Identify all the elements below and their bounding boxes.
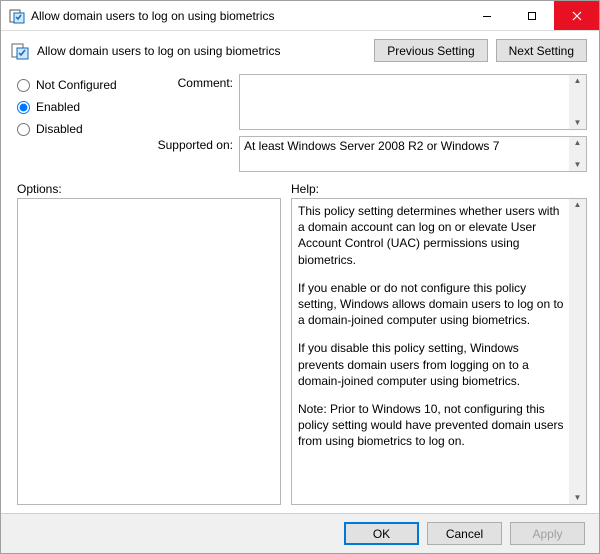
- help-p3: If you disable this policy setting, Wind…: [298, 340, 564, 389]
- header-row: Allow domain users to log on using biome…: [1, 31, 599, 70]
- help-scrollbar[interactable]: ▲ ▼: [569, 199, 586, 504]
- window-title: Allow domain users to log on using biome…: [31, 9, 464, 23]
- radio-not-configured-label: Not Configured: [36, 78, 117, 92]
- help-p4: Note: Prior to Windows 10, not configuri…: [298, 401, 564, 450]
- help-label: Help:: [291, 182, 319, 196]
- scroll-down-icon: ▼: [574, 159, 582, 171]
- radio-not-configured-input[interactable]: [17, 79, 30, 92]
- help-p2: If you enable or do not configure this p…: [298, 280, 564, 329]
- policy-editor-window: Allow domain users to log on using biome…: [0, 0, 600, 554]
- policy-title: Allow domain users to log on using biome…: [37, 44, 366, 58]
- help-text: This policy setting determines whether u…: [298, 203, 564, 500]
- panes-row: This policy setting determines whether u…: [1, 198, 599, 505]
- scroll-up-icon: ▲: [574, 75, 582, 87]
- radio-enabled[interactable]: Enabled: [17, 100, 145, 114]
- scroll-down-icon: ▼: [574, 492, 582, 504]
- maximize-button[interactable]: [509, 1, 554, 30]
- supported-on-box: At least Windows Server 2008 R2 or Windo…: [239, 136, 587, 172]
- minimize-button[interactable]: [464, 1, 509, 30]
- radio-disabled-label: Disabled: [36, 122, 83, 136]
- help-p1: This policy setting determines whether u…: [298, 203, 564, 268]
- supported-label: Supported on:: [145, 136, 233, 152]
- radio-enabled-input[interactable]: [17, 101, 30, 114]
- comment-scrollbar[interactable]: ▲ ▼: [569, 75, 586, 129]
- options-label: Options:: [17, 182, 291, 196]
- scroll-down-icon: ▼: [574, 117, 582, 129]
- radio-disabled-input[interactable]: [17, 123, 30, 136]
- titlebar: Allow domain users to log on using biome…: [1, 1, 599, 31]
- apply-button[interactable]: Apply: [510, 522, 585, 545]
- fields-column: Comment: ▲ ▼ Supported on: At least Wind…: [145, 74, 587, 172]
- pane-labels: Options: Help:: [1, 172, 599, 198]
- scroll-up-icon: ▲: [574, 199, 582, 211]
- config-area: Not Configured Enabled Disabled Comment:…: [1, 70, 599, 172]
- state-radio-group: Not Configured Enabled Disabled: [17, 74, 145, 172]
- ok-button[interactable]: OK: [344, 522, 419, 545]
- close-button[interactable]: [554, 1, 599, 30]
- policy-window-icon: [9, 8, 25, 24]
- radio-not-configured[interactable]: Not Configured: [17, 78, 145, 92]
- window-controls: [464, 1, 599, 30]
- radio-enabled-label: Enabled: [36, 100, 80, 114]
- options-pane: [17, 198, 281, 505]
- comment-textarea[interactable]: ▲ ▼: [239, 74, 587, 130]
- radio-disabled[interactable]: Disabled: [17, 122, 145, 136]
- footer-buttons: OK Cancel Apply: [1, 513, 599, 553]
- previous-setting-button[interactable]: Previous Setting: [374, 39, 487, 62]
- help-pane: This policy setting determines whether u…: [291, 198, 587, 505]
- scroll-up-icon: ▲: [574, 137, 582, 149]
- supported-on-value: At least Windows Server 2008 R2 or Windo…: [244, 139, 566, 169]
- next-setting-button[interactable]: Next Setting: [496, 39, 587, 62]
- cancel-button[interactable]: Cancel: [427, 522, 502, 545]
- policy-icon: [11, 42, 29, 60]
- comment-value: [244, 77, 566, 127]
- comment-label: Comment:: [145, 74, 233, 90]
- supported-scrollbar[interactable]: ▲ ▼: [569, 137, 586, 171]
